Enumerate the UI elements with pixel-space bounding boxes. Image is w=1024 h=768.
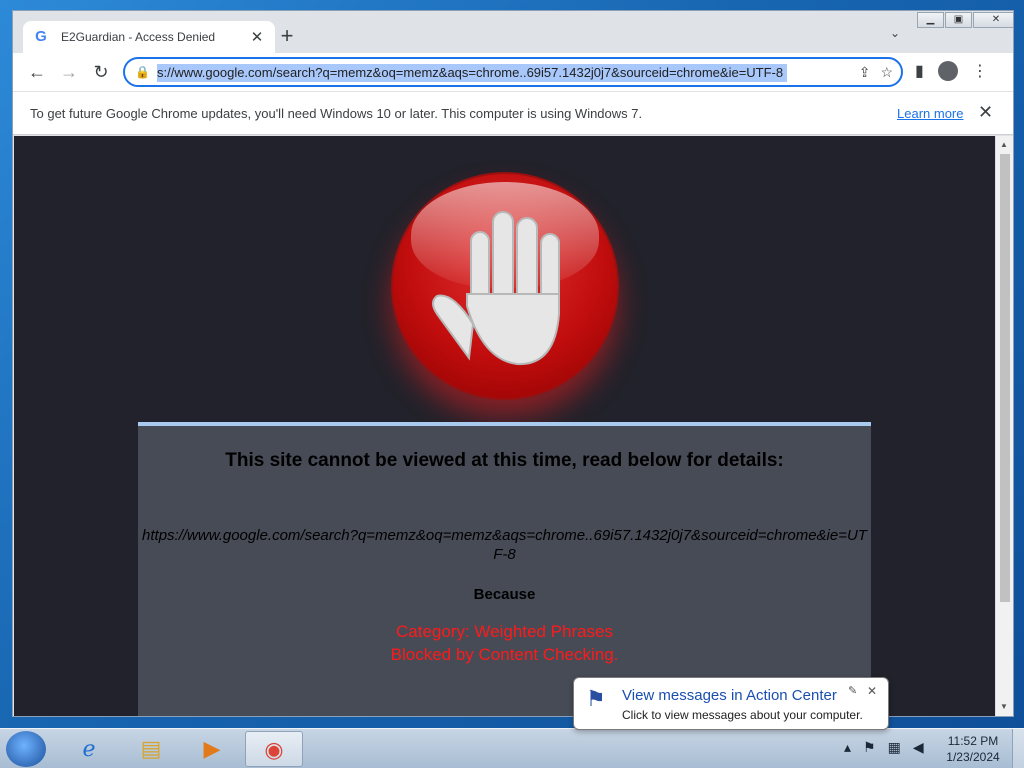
infobar-close-icon[interactable]: ✕ [978,102,993,123]
omnibox-actions: ⇪ ☆ [859,64,893,81]
clock-date: 1/23/2024 [946,750,1000,764]
menu-kebab-icon[interactable]: ⋮ [972,61,988,81]
tab-e2guardian[interactable]: G E2Guardian - Access Denied ✕ [23,21,275,53]
action-center-flag-icon[interactable]: ⚑ [863,739,876,756]
notification-body: Click to view messages about your comput… [622,708,863,722]
close-window-button[interactable]: ✕ [973,12,1013,28]
scroll-thumb[interactable] [1000,154,1010,602]
stop-hand-icon [391,172,619,400]
scroll-down-icon[interactable]: ▼ [1000,702,1008,711]
show-desktop-button[interactable] [1012,729,1024,768]
chrome-taskbar-icon[interactable]: ◉ [245,731,303,767]
vertical-scrollbar[interactable]: ▲ ▼ [995,136,1013,716]
back-arrow-icon[interactable]: ← [25,61,49,83]
file-explorer-icon[interactable]: ▤ [122,731,180,767]
start-button[interactable] [6,731,46,767]
because-label: Because [473,586,536,603]
window-controls: ▁ ▣ ✕ [917,12,1013,28]
lock-icon[interactable]: 🔒 [135,65,150,79]
bookmark-star-icon[interactable]: ☆ [880,64,893,81]
notification-title[interactable]: View messages in Action Center [622,687,837,704]
reason-category: Category: Weighted Phrases [395,622,614,641]
learn-more-link[interactable]: Learn more [897,106,963,121]
profile-avatar-icon[interactable] [937,61,958,81]
minimize-button[interactable]: ▁ [917,12,944,28]
address-bar[interactable]: 🔒 s://www.google.com/search?q=memz&oq=me… [123,57,903,87]
scroll-up-icon[interactable]: ▲ [1000,140,1008,149]
toolbar-right: ▮ ⋮ [915,61,988,81]
network-icon[interactable]: ▦ [888,739,901,756]
clock-time: 11:52 PM [947,734,999,748]
forward-arrow-icon[interactable]: → [57,61,81,83]
page-content: This site cannot be viewed at this time,… [14,136,995,716]
media-player-icon[interactable]: ▶ [183,731,241,767]
tab-close-icon[interactable]: ✕ [249,28,265,46]
browser-toolbar: ← → ↻ 🔒 s://www.google.com/search?q=memz… [13,53,1013,91]
update-infobar: To get future Google Chrome updates, you… [13,91,1013,135]
reason-method: Blocked by Content Checking. [390,645,619,664]
system-tray: ▴ ⚑ ▦ ◀ [844,739,924,756]
tab-search-chevron-icon[interactable]: ⌄ [885,26,905,46]
taskbar: ℯ ▤ ▶ ◉ ▴ ⚑ ▦ ◀ 11:52 PM 1/23/2024 [0,728,1024,768]
action-center-flag-icon: ⚑ [586,686,606,711]
side-panel-icon[interactable]: ▮ [915,61,924,81]
chrome-window: G E2Guardian - Access Denied ✕ + ⌄ ▁ ▣ ✕… [12,10,1014,717]
clock[interactable]: 11:52 PM 1/23/2024 [940,733,1006,765]
new-tab-button[interactable]: + [275,25,299,49]
action-center-notification[interactable]: ⚑ View messages in Action Center Click t… [573,677,889,730]
internet-explorer-icon[interactable]: ℯ [60,731,118,767]
restore-button[interactable]: ▣ [945,12,972,28]
settings-wrench-icon[interactable]: ✎ [848,684,857,697]
reload-icon[interactable]: ↻ [89,61,113,83]
volume-icon[interactable]: ◀ [913,739,924,756]
tab-title: E2Guardian - Access Denied [61,30,216,44]
denied-panel: This site cannot be viewed at this time,… [138,422,871,716]
show-hidden-icons-icon[interactable]: ▴ [844,739,851,756]
google-favicon-icon: G [35,28,47,45]
blocked-url: https://www.google.com/search?q=memz&oq=… [142,527,867,563]
infobar-message: To get future Google Chrome updates, you… [30,106,643,121]
denied-heading: This site cannot be viewed at this time,… [225,450,784,471]
address-text[interactable]: s://www.google.com/search?q=memz&oq=memz… [157,64,788,82]
tab-strip: G E2Guardian - Access Denied ✕ + ⌄ ▁ ▣ ✕ [13,11,1013,53]
notification-close-icon[interactable]: ✕ [867,684,877,698]
share-icon[interactable]: ⇪ [859,64,871,81]
